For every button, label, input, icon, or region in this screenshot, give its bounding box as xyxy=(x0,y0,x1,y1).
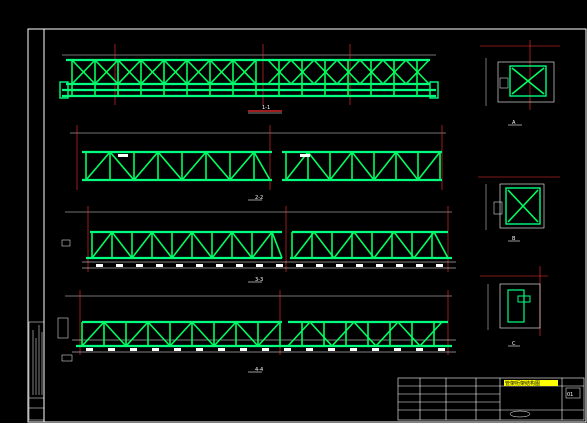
member-tag xyxy=(396,264,403,267)
member-tag xyxy=(416,348,423,351)
detail-c xyxy=(480,266,548,347)
detail-label-c: C xyxy=(512,341,516,347)
member-tag xyxy=(174,348,181,351)
member-tag xyxy=(376,264,383,267)
member-tag xyxy=(350,348,357,351)
member-tag xyxy=(436,264,443,267)
title-block xyxy=(397,377,585,421)
detail-label-b: B xyxy=(512,236,516,242)
member-tag xyxy=(196,348,203,351)
elevation-view-2 xyxy=(61,206,456,283)
view-label-2: 2-2 xyxy=(255,195,263,201)
member-tag xyxy=(336,264,343,267)
margin-strip-lines xyxy=(29,325,44,409)
member-tag xyxy=(156,264,163,267)
view-label-1: 1-1 xyxy=(262,105,270,111)
member-tag xyxy=(176,264,183,267)
detail-label-a: A xyxy=(512,120,516,126)
member-tag xyxy=(136,264,143,267)
elevation-view-3 xyxy=(57,290,456,373)
member-tag xyxy=(276,264,283,267)
member-tag xyxy=(218,348,225,351)
member-tag xyxy=(356,264,363,267)
member-tag xyxy=(116,264,123,267)
member-tag xyxy=(96,264,103,267)
member-tag xyxy=(240,348,247,351)
member-tag xyxy=(316,264,323,267)
member-tag xyxy=(284,348,291,351)
cad-drawing-viewport: 2-2 3-3 4-4 1-1 A B C 管架桁架结构图 01 xyxy=(0,0,587,423)
view-label-4: 4-4 xyxy=(255,367,263,373)
detail-b xyxy=(478,176,560,242)
member-tag xyxy=(262,348,269,351)
member-tag xyxy=(438,348,445,351)
member-tag xyxy=(296,264,303,267)
member-tag xyxy=(108,348,115,351)
member-tag xyxy=(216,264,223,267)
view-label-3: 3-3 xyxy=(255,277,263,283)
cad-drawing-canvas: 2-2 3-3 4-4 1-1 A B C 管架桁架结构图 01 xyxy=(27,28,587,423)
member-tag xyxy=(236,264,243,267)
member-tag xyxy=(196,264,203,267)
member-tag xyxy=(372,348,379,351)
member-tag xyxy=(328,348,335,351)
member-tag xyxy=(152,348,159,351)
member-tag xyxy=(394,348,401,351)
member-tag xyxy=(416,264,423,267)
elevation-view-1 xyxy=(70,125,446,201)
title-block-sheet-no: 01 xyxy=(567,392,573,398)
member-tag xyxy=(86,348,93,351)
member-tag xyxy=(256,264,263,267)
detail-a xyxy=(480,40,560,126)
plan-view-truss xyxy=(59,44,439,114)
member-tag xyxy=(306,348,313,351)
title-block-project-label: 管架桁架结构图 xyxy=(505,380,540,387)
member-tag xyxy=(130,348,137,351)
